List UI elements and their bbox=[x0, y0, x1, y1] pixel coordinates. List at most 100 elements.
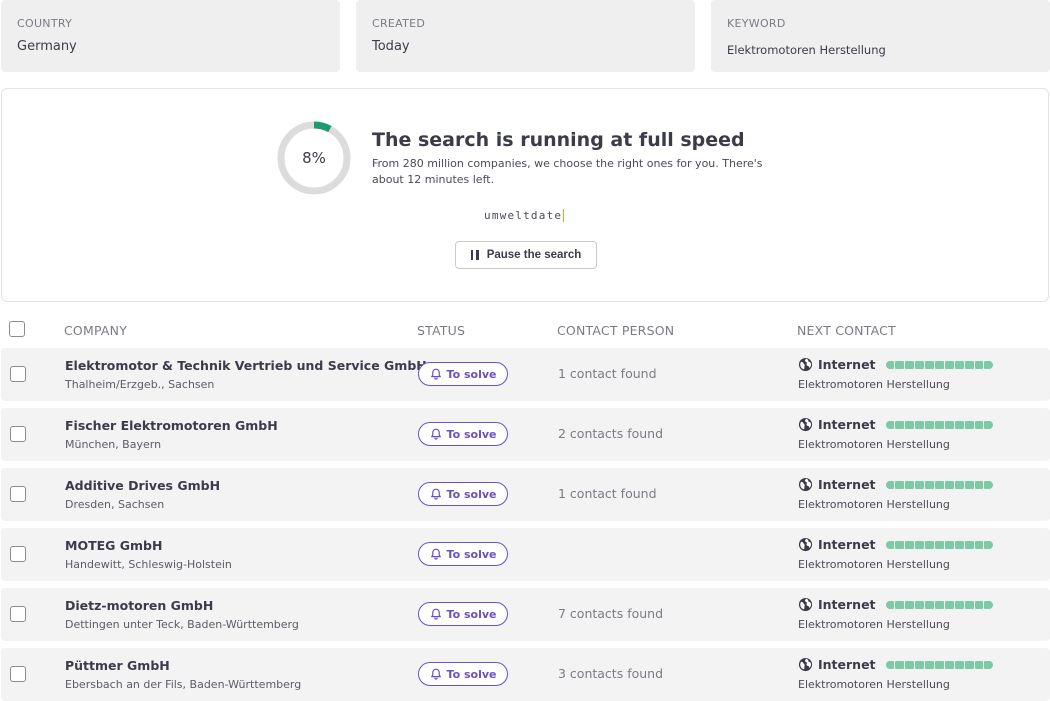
company-name[interactable]: Dietz-motoren GmbH bbox=[65, 598, 213, 613]
signal-bar-segment bbox=[915, 600, 925, 609]
column-header-next-contact[interactable]: NEXT CONTACT bbox=[797, 323, 896, 338]
signal-bar bbox=[885, 540, 994, 549]
signal-bar-segment bbox=[954, 360, 964, 369]
signal-bar-segment bbox=[964, 420, 974, 429]
signal-bar-segment bbox=[895, 360, 905, 369]
company-location: Handewitt, Schleswig-Holstein bbox=[65, 558, 232, 571]
pause-search-label: Pause the search bbox=[486, 249, 582, 261]
column-header-status[interactable]: STATUS bbox=[417, 323, 465, 338]
next-contact: Internet bbox=[798, 417, 994, 432]
row-checkbox[interactable] bbox=[10, 426, 26, 442]
globe-icon bbox=[798, 477, 813, 492]
status-label: To solve bbox=[446, 487, 497, 501]
signal-bar-segment bbox=[964, 480, 974, 489]
company-name[interactable]: MOTEG GmbH bbox=[65, 538, 162, 553]
row-checkbox[interactable] bbox=[10, 366, 26, 382]
signal-bar-segment bbox=[974, 420, 984, 429]
next-contact-source: Internet bbox=[818, 537, 876, 552]
signal-bar-segment bbox=[905, 360, 915, 369]
status-badge[interactable]: To solve bbox=[418, 602, 508, 626]
signal-bar-segment bbox=[964, 540, 974, 549]
next-contact-source: Internet bbox=[818, 477, 876, 492]
table-row[interactable]: MOTEG GmbH Handewitt, Schleswig-Holstein… bbox=[1, 528, 1050, 581]
row-checkbox[interactable] bbox=[10, 606, 26, 622]
filter-value-created: Today bbox=[372, 39, 410, 54]
next-contact-source: Internet bbox=[818, 657, 876, 672]
signal-bar-segment bbox=[925, 660, 934, 669]
signal-bar-segment bbox=[934, 360, 944, 369]
next-contact: Internet bbox=[798, 357, 994, 372]
signal-bar bbox=[885, 420, 994, 429]
status-badge[interactable]: To solve bbox=[418, 422, 508, 446]
signal-bar-segment bbox=[925, 360, 934, 369]
signal-bar bbox=[885, 660, 994, 669]
signal-bar-segment bbox=[915, 420, 925, 429]
signal-bar-segment bbox=[954, 540, 964, 549]
signal-bar-segment bbox=[984, 660, 994, 669]
contact-person-count: 1 contact found bbox=[558, 366, 657, 381]
bell-icon bbox=[430, 668, 441, 680]
signal-bar bbox=[885, 480, 994, 489]
company-location: Dettingen unter Teck, Baden-Württemberg bbox=[65, 618, 299, 631]
signal-bar-segment bbox=[905, 600, 915, 609]
row-checkbox[interactable] bbox=[10, 546, 26, 562]
globe-icon bbox=[798, 417, 813, 432]
filter-card-keyword: KEYWORD Elektromotoren Herstellung bbox=[711, 0, 1050, 72]
signal-bar-segment bbox=[934, 480, 944, 489]
search-status-subtitle: From 280 million companies, we choose th… bbox=[372, 157, 763, 186]
table-row[interactable]: Dietz-motoren GmbH Dettingen unter Teck,… bbox=[1, 588, 1050, 641]
signal-bar-segment bbox=[925, 540, 934, 549]
pause-icon bbox=[470, 250, 479, 260]
status-label: To solve bbox=[446, 367, 497, 381]
column-header-contact-person[interactable]: CONTACT PERSON bbox=[557, 323, 674, 338]
filter-label-keyword: KEYWORD bbox=[727, 17, 786, 30]
status-badge[interactable]: To solve bbox=[418, 482, 508, 506]
table-row[interactable]: Fischer Elektromotoren GmbH München, Bay… bbox=[1, 408, 1050, 461]
signal-bar-segment bbox=[915, 360, 925, 369]
signal-bar-segment bbox=[964, 600, 974, 609]
company-location: München, Bayern bbox=[65, 438, 162, 451]
table-row[interactable]: Additive Drives GmbH Dresden, Sachsen To… bbox=[1, 468, 1050, 521]
bell-icon bbox=[430, 548, 441, 560]
select-all-checkbox[interactable] bbox=[9, 321, 25, 337]
next-contact: Internet bbox=[798, 477, 994, 492]
next-contact: Internet bbox=[798, 537, 994, 552]
signal-bar-segment bbox=[915, 540, 925, 549]
signal-bar-segment bbox=[895, 420, 905, 429]
status-badge[interactable]: To solve bbox=[418, 542, 508, 566]
next-contact-keyword: Elektromotoren Herstellung bbox=[798, 618, 950, 631]
next-contact-keyword: Elektromotoren Herstellung bbox=[798, 498, 950, 511]
progress-percent: 8% bbox=[302, 149, 326, 167]
company-name[interactable]: Elektromotor & Technik Vertrieb und Serv… bbox=[65, 358, 427, 373]
signal-bar-segment bbox=[885, 600, 895, 609]
signal-bar-segment bbox=[954, 600, 964, 609]
globe-icon bbox=[798, 657, 813, 672]
table-row[interactable]: Elektromotor & Technik Vertrieb und Serv… bbox=[1, 348, 1050, 401]
status-label: To solve bbox=[446, 667, 497, 681]
signal-bar-segment bbox=[905, 660, 915, 669]
contact-person-count: 2 contacts found bbox=[558, 426, 664, 441]
signal-bar-segment bbox=[934, 420, 944, 429]
signal-bar-segment bbox=[964, 660, 974, 669]
column-header-company[interactable]: COMPANY bbox=[64, 323, 127, 338]
table-row[interactable]: Püttmer GmbH Ebersbach an der Fils, Bade… bbox=[1, 648, 1050, 701]
row-checkbox[interactable] bbox=[10, 666, 26, 682]
next-contact: Internet bbox=[798, 657, 994, 672]
pause-search-button[interactable]: Pause the search bbox=[455, 241, 597, 269]
status-label: To solve bbox=[446, 607, 497, 621]
contact-person-count: 3 contacts found bbox=[558, 666, 664, 681]
signal-bar-segment bbox=[885, 480, 895, 489]
status-label: To solve bbox=[446, 427, 497, 441]
status-badge[interactable]: To solve bbox=[418, 362, 508, 386]
search-status-title: The search is running at full speed bbox=[372, 129, 745, 151]
status-badge[interactable]: To solve bbox=[418, 662, 508, 686]
next-contact-source: Internet bbox=[818, 597, 876, 612]
signal-bar-segment bbox=[954, 660, 964, 669]
company-name[interactable]: Fischer Elektromotoren GmbH bbox=[65, 418, 278, 433]
company-name[interactable]: Additive Drives GmbH bbox=[65, 478, 220, 493]
signal-bar-segment bbox=[944, 480, 954, 489]
signal-bar-segment bbox=[974, 600, 984, 609]
company-name[interactable]: Püttmer GmbH bbox=[65, 658, 170, 673]
table-header: COMPANY STATUS CONTACT PERSON NEXT CONTA… bbox=[0, 310, 1050, 348]
row-checkbox[interactable] bbox=[10, 486, 26, 502]
